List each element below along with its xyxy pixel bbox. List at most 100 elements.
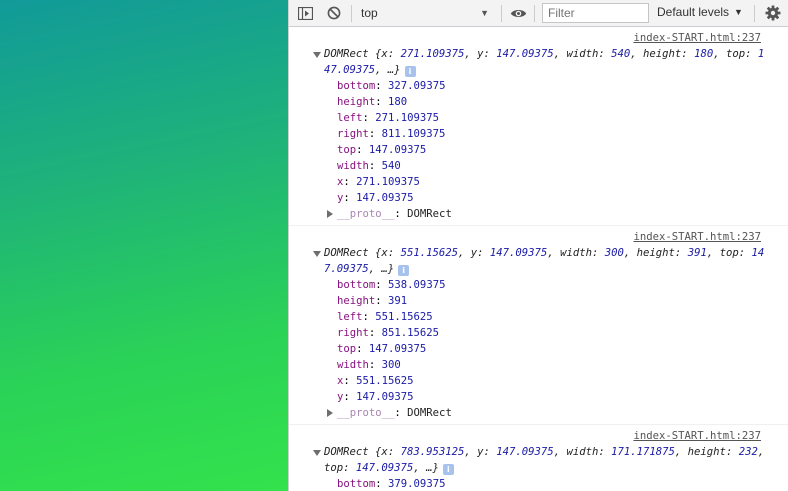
object-property: bottom: 538.09375 bbox=[337, 279, 446, 291]
summary-value: 147.09375 bbox=[355, 462, 414, 474]
devtools-console-panel: top ▼ Default levels ▼ bbox=[288, 0, 788, 491]
object-property: top: 147.09375 bbox=[337, 144, 427, 156]
proto-property[interactable]: __proto__: DOMRect bbox=[289, 405, 788, 421]
object-property: width: 540 bbox=[337, 160, 401, 172]
property-key: y bbox=[337, 192, 344, 204]
summary-key: top bbox=[719, 247, 739, 259]
summary-value: 147.09375 bbox=[496, 48, 554, 60]
proto-key: __proto__ bbox=[337, 208, 395, 220]
property-key: bottom bbox=[337, 80, 376, 92]
filter-input[interactable] bbox=[542, 3, 649, 23]
summary-key: y bbox=[477, 446, 484, 458]
summary-key: height bbox=[636, 247, 675, 259]
source-link[interactable]: index-START.html:237 bbox=[633, 32, 761, 44]
property-key: height bbox=[337, 295, 376, 307]
property-key: y bbox=[337, 391, 344, 403]
summary-value: 783.953125 bbox=[400, 446, 465, 458]
expand-triangle-icon[interactable] bbox=[313, 251, 321, 257]
summary-value: 147.09375 bbox=[489, 247, 548, 259]
summary-key: x bbox=[381, 48, 388, 60]
property-key: bottom bbox=[337, 478, 376, 490]
expand-triangle-icon[interactable] bbox=[313, 52, 321, 58]
summary-key: x bbox=[381, 446, 388, 458]
property-value: 551.15625 bbox=[356, 375, 414, 387]
property-value: 147.09375 bbox=[356, 391, 414, 403]
summary-value: 171.171875 bbox=[611, 446, 675, 458]
source-link[interactable]: index-START.html:237 bbox=[633, 231, 761, 243]
summary-value: 147.09375 bbox=[496, 446, 554, 458]
property-value: 147.09375 bbox=[356, 192, 414, 204]
property-key: top bbox=[337, 343, 357, 355]
object-property: x: 551.15625 bbox=[337, 375, 414, 387]
object-type: DOMRect bbox=[324, 247, 369, 259]
property-key: height bbox=[337, 96, 376, 108]
proto-value: DOMRect bbox=[407, 407, 452, 419]
property-value: 271.109375 bbox=[375, 112, 440, 124]
gear-icon[interactable] bbox=[765, 5, 781, 21]
object-property: bottom: 327.09375 bbox=[337, 80, 446, 92]
expand-triangle-icon[interactable] bbox=[327, 409, 333, 417]
summary-key: x bbox=[381, 247, 388, 259]
console-message: index-START.html:237 DOMRect {x: 271.109… bbox=[289, 27, 788, 226]
expand-triangle-icon[interactable] bbox=[313, 450, 321, 456]
property-value: 391 bbox=[388, 295, 408, 307]
property-key: x bbox=[337, 375, 344, 387]
object-property: height: 180 bbox=[337, 96, 408, 108]
object-summary[interactable]: DOMRect {x: 551.15625, y: 147.09375, wid… bbox=[289, 245, 788, 277]
console-message: index-START.html:237 DOMRect {x: 783.953… bbox=[289, 425, 788, 491]
context-value: top bbox=[361, 6, 378, 20]
object-summary[interactable]: DOMRect {x: 271.109375, y: 147.09375, wi… bbox=[289, 46, 788, 78]
proto-property[interactable]: __proto__: DOMRect bbox=[289, 206, 788, 222]
property-key: right bbox=[337, 327, 369, 339]
object-summary[interactable]: DOMRect {x: 783.953125, y: 147.09375, wi… bbox=[289, 444, 788, 476]
sidebar-toggle-icon[interactable] bbox=[297, 5, 313, 21]
summary-value: 232 bbox=[738, 446, 758, 458]
clear-console-icon[interactable] bbox=[326, 5, 342, 21]
screen: top ▼ Default levels ▼ bbox=[0, 0, 788, 491]
eye-icon[interactable] bbox=[509, 5, 527, 21]
summary-value: 391 bbox=[687, 247, 707, 259]
property-key: bottom bbox=[337, 279, 376, 291]
page-gradient-viewport bbox=[0, 0, 288, 491]
info-icon[interactable]: i bbox=[398, 265, 410, 276]
object-property: y: 147.09375 bbox=[337, 391, 414, 403]
property-key: right bbox=[337, 128, 369, 140]
summary-value: 540 bbox=[611, 48, 631, 60]
info-icon[interactable]: i bbox=[404, 66, 416, 77]
summary-value: 551.15625 bbox=[400, 247, 458, 259]
property-key: width bbox=[337, 359, 369, 371]
console-message: index-START.html:237 DOMRect {x: 551.156… bbox=[289, 226, 788, 425]
summary-key: width bbox=[560, 247, 592, 259]
toolbar-divider bbox=[351, 5, 352, 22]
property-value: 379.09375 bbox=[388, 478, 446, 490]
object-property: x: 271.109375 bbox=[337, 176, 420, 188]
log-levels-label: Default levels bbox=[657, 5, 730, 19]
expand-triangle-icon[interactable] bbox=[327, 210, 333, 218]
property-value: 540 bbox=[381, 160, 401, 172]
property-key: left bbox=[337, 311, 363, 323]
object-property: top: 147.09375 bbox=[337, 343, 427, 355]
log-levels-dropdown[interactable]: Default levels ▼ bbox=[657, 5, 743, 19]
source-link[interactable]: index-START.html:237 bbox=[633, 430, 761, 442]
object-property: left: 551.15625 bbox=[337, 311, 433, 323]
object-property: bottom: 379.09375 bbox=[337, 478, 446, 490]
property-value: 811.109375 bbox=[381, 128, 446, 140]
property-key: left bbox=[337, 112, 363, 124]
property-value: 147.09375 bbox=[368, 343, 427, 355]
summary-key: top bbox=[725, 48, 746, 60]
console-messages: index-START.html:237 DOMRect {x: 271.109… bbox=[289, 27, 788, 491]
property-value: 300 bbox=[381, 359, 401, 371]
summary-key: height bbox=[643, 48, 682, 60]
property-value: 851.15625 bbox=[381, 327, 440, 339]
context-selector[interactable]: top ▼ bbox=[357, 3, 493, 23]
property-key: width bbox=[337, 160, 369, 172]
property-value: 551.15625 bbox=[375, 311, 433, 323]
summary-key: y bbox=[470, 247, 478, 259]
info-icon[interactable]: i bbox=[442, 464, 454, 475]
object-property: y: 147.09375 bbox=[337, 192, 414, 204]
object-property: width: 300 bbox=[337, 359, 401, 371]
property-key: x bbox=[337, 176, 344, 188]
summary-key: width bbox=[566, 446, 599, 458]
property-value: 327.09375 bbox=[388, 80, 446, 92]
toolbar-divider bbox=[501, 5, 502, 22]
